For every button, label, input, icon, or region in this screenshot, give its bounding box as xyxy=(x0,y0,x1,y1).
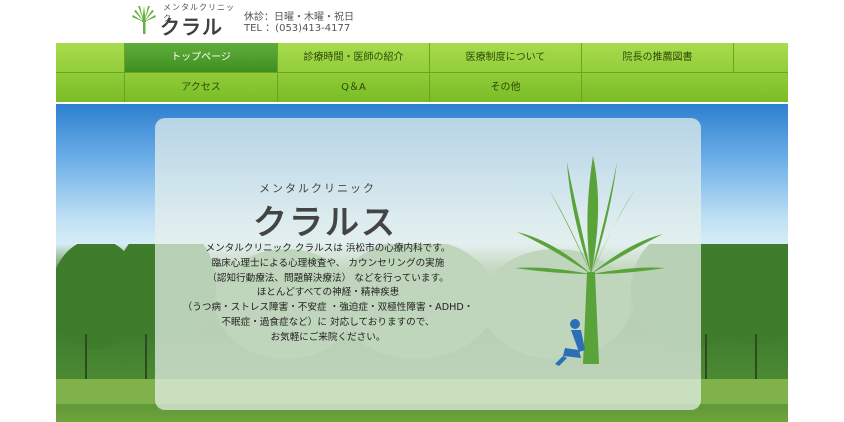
intro-panel: メンタルクリニック クラルス メンタルクリニック クラルスは 浜松市の心療内科で… xyxy=(155,118,701,410)
site-logo[interactable]: メンタルクリニック クラルス xyxy=(130,2,240,68)
description-line: （うつ病・ストレス障害・不安症 ・強迫症・双極性障害・ADHD・ xyxy=(182,302,474,314)
description-line: メンタルクリニック クラルスは 浜松市の心療内科です。 xyxy=(205,243,451,254)
panel-logo-title: クラルス xyxy=(253,203,397,243)
nav-row-1: トップページ 診療時間・医師の紹介 医療制度について 院長の推薦図書 xyxy=(56,43,788,72)
nav-item-recommended-books[interactable]: 院長の推薦図書 xyxy=(581,43,733,72)
nav-item-top-page[interactable]: トップページ xyxy=(124,43,277,72)
sitting-figure-icon xyxy=(555,319,585,366)
clinic-info: 休診：日曜・木曜・祝日 TEL ：(053)413-4177 xyxy=(244,12,354,34)
description-line: 不眠症・過食症など）に 対応しておりますので、 xyxy=(221,316,435,328)
description-line: お気軽にご来院ください。 xyxy=(270,331,386,343)
palm-tree-logo-icon xyxy=(515,156,665,366)
nav-row-2: アクセス Q＆A その他 xyxy=(56,73,788,102)
site-header: メンタルクリニック クラルス 休診：日曜・木曜・祝日 TEL ：(053)413… xyxy=(0,0,844,68)
nav-spacer-right xyxy=(733,43,788,72)
nav-spacer-right-2 xyxy=(581,73,788,102)
nav-spacer-left-2 xyxy=(56,73,124,102)
panel-logo-subtitle: メンタルクリニック xyxy=(259,182,376,195)
nav-item-hours-doctors[interactable]: 診療時間・医師の紹介 xyxy=(277,43,429,72)
clinic-description: メンタルクリニック クラルスは 浜松市の心療内科です。 臨床心理士による心理検査… xyxy=(155,242,501,346)
description-line: （認知行動療法、問題解決療法） などを行っています。 xyxy=(207,272,449,284)
nav-spacer-left xyxy=(56,43,124,72)
nav-item-qa[interactable]: Q＆A xyxy=(277,73,429,102)
main-navigation: トップページ 診療時間・医師の紹介 医療制度について 院長の推薦図書 アクセス … xyxy=(56,43,788,102)
description-line: ほとんどすべての神経・精神疾患 xyxy=(256,287,400,299)
description-line: 臨床心理士による心理検査や、 カウンセリングの実施 xyxy=(211,257,445,269)
phone-text: TEL ：(053)413-4177 xyxy=(244,23,351,34)
hero-banner: メンタルクリニック クラルス メンタルクリニック クラルスは 浜松市の心療内科で… xyxy=(56,104,788,422)
nav-item-other[interactable]: その他 xyxy=(429,73,581,102)
palm-logo-icon xyxy=(132,6,156,34)
nav-item-access[interactable]: アクセス xyxy=(124,73,277,102)
closed-days-text: 休診：日曜・木曜・祝日 xyxy=(244,12,354,23)
nav-item-medical-system[interactable]: 医療制度について xyxy=(429,43,581,72)
